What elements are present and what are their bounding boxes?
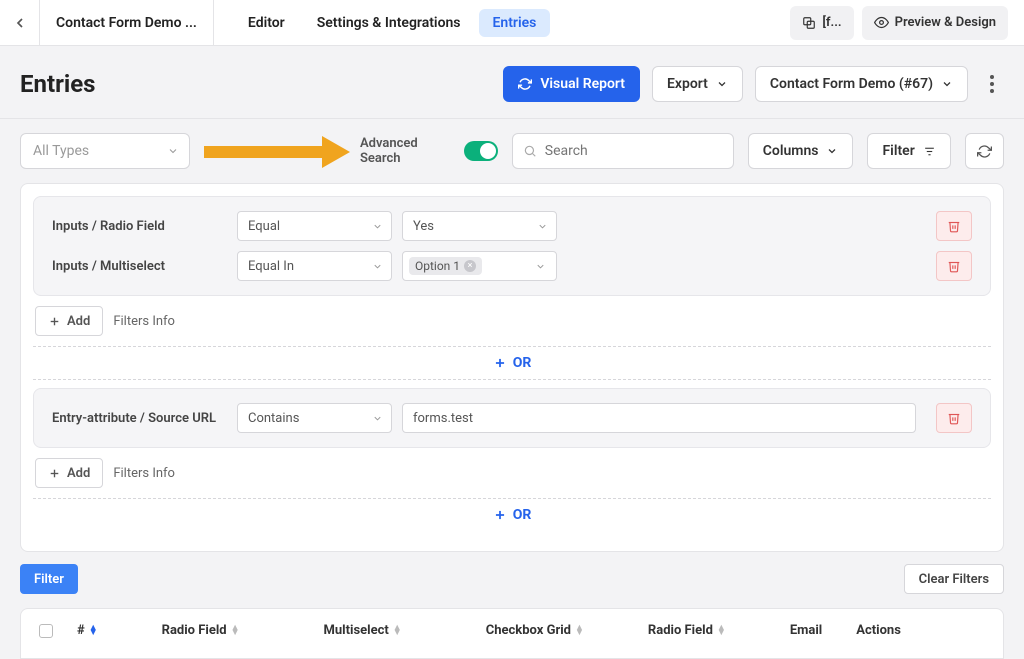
sort-icon: ▲▼ [393, 626, 402, 636]
tab-editor[interactable]: Editor [234, 9, 299, 37]
chevron-down-icon [537, 221, 548, 232]
filter-field-label: Entry-attribute / Source URL [52, 411, 227, 426]
filter-group: Entry-attribute / Source URL Contains fo… [33, 388, 991, 448]
sort-icon: ▲▼ [575, 626, 584, 636]
plus-icon [48, 467, 61, 480]
back-button[interactable] [0, 0, 40, 46]
export-button[interactable]: Export [652, 66, 743, 102]
plus-icon [493, 508, 507, 522]
chevron-down-icon [535, 261, 546, 272]
column-header[interactable]: Radio Field ▲▼ [648, 623, 726, 638]
visual-report-button[interactable]: Visual Report [503, 66, 640, 102]
tab-settings[interactable]: Settings & Integrations [303, 9, 475, 37]
search-input[interactable] [545, 143, 723, 159]
column-header[interactable]: Radio Field ▲▼ [162, 623, 240, 638]
delete-filter-button[interactable] [936, 211, 972, 241]
filter-operator-select[interactable]: Equal [237, 211, 392, 241]
filter-field-label: Inputs / Radio Field [52, 219, 227, 234]
plus-icon [48, 315, 61, 328]
shortcode-button[interactable]: [f... [790, 6, 853, 40]
filter-row: Inputs / Multiselect Equal In Option 1 × [52, 251, 972, 281]
chevron-down-icon [372, 221, 383, 232]
column-header-actions: Actions [856, 623, 901, 638]
form-title[interactable]: Contact Form Demo ... [40, 0, 214, 46]
filter-row: Entry-attribute / Source URL Contains fo… [52, 403, 972, 433]
copy-icon [802, 16, 816, 30]
trash-icon [947, 219, 961, 233]
add-filter-button[interactable]: Add [35, 306, 103, 336]
filter-operator-select[interactable]: Contains [237, 403, 392, 433]
delete-filter-button[interactable] [936, 251, 972, 281]
filter-value-select[interactable]: Yes [402, 211, 557, 241]
filter-operator-select[interactable]: Equal In [237, 251, 392, 281]
filter-button[interactable]: Filter [867, 133, 950, 169]
refresh-button[interactable] [965, 133, 1004, 169]
chevron-down-icon [716, 78, 728, 90]
page-title: Entries [20, 70, 96, 98]
refresh-icon [977, 144, 992, 159]
chevron-down-icon [826, 145, 838, 157]
sort-icon: ▲▼ [231, 626, 240, 636]
column-header[interactable]: Multiselect ▲▼ [324, 623, 402, 638]
chevron-down-icon [372, 261, 383, 272]
delete-filter-button[interactable] [936, 403, 972, 433]
filters-info-link[interactable]: Filters Info [113, 314, 175, 329]
search-icon [523, 144, 537, 158]
preview-design-button[interactable]: Preview & Design [862, 6, 1008, 40]
form-selector[interactable]: Contact Form Demo (#67) [755, 66, 968, 102]
trash-icon [947, 259, 961, 273]
select-all-checkbox[interactable] [39, 624, 53, 638]
filter-value-input[interactable]: forms.test [402, 403, 916, 433]
add-filter-button[interactable]: Add [35, 458, 103, 488]
or-separator[interactable]: OR [33, 498, 991, 531]
column-header[interactable]: Checkbox Grid ▲▼ [486, 623, 584, 638]
plus-icon [493, 356, 507, 370]
search-input-wrap[interactable] [512, 133, 734, 169]
sort-icon: ▲▼ [89, 626, 98, 636]
filter-field-label: Inputs / Multiselect [52, 259, 227, 274]
or-separator[interactable]: OR [33, 346, 991, 380]
filters-info-link[interactable]: Filters Info [113, 466, 175, 481]
advanced-search-panel: Inputs / Radio Field Equal Yes Inputs / … [20, 183, 1004, 552]
chevron-down-icon [167, 145, 179, 157]
column-header-id[interactable]: # ▲▼ [77, 623, 98, 638]
chevron-down-icon [372, 413, 383, 424]
advanced-search-label: Advanced Search [360, 136, 450, 166]
advanced-search-toggle[interactable] [464, 141, 498, 161]
columns-button[interactable]: Columns [748, 133, 854, 169]
filter-value-multiselect[interactable]: Option 1 × [402, 251, 557, 281]
entry-type-select[interactable]: All Types [20, 133, 190, 169]
remove-tag-button[interactable]: × [464, 260, 476, 272]
filter-group: Inputs / Radio Field Equal Yes Inputs / … [33, 196, 991, 296]
refresh-icon [518, 77, 532, 91]
eye-icon [874, 15, 889, 30]
sort-icon: ▲▼ [717, 626, 726, 636]
tab-entries[interactable]: Entries [479, 9, 551, 37]
annotation-arrow [204, 136, 346, 166]
column-header[interactable]: Email [790, 623, 822, 638]
chevron-down-icon [941, 78, 953, 90]
filter-tag: Option 1 × [409, 257, 482, 275]
entries-table-header: # ▲▼ Radio Field ▲▼ Multiselect ▲▼ Check… [20, 608, 1004, 659]
more-menu[interactable] [980, 75, 1004, 93]
filter-icon [923, 145, 936, 158]
filter-row: Inputs / Radio Field Equal Yes [52, 211, 972, 241]
trash-icon [947, 411, 961, 425]
